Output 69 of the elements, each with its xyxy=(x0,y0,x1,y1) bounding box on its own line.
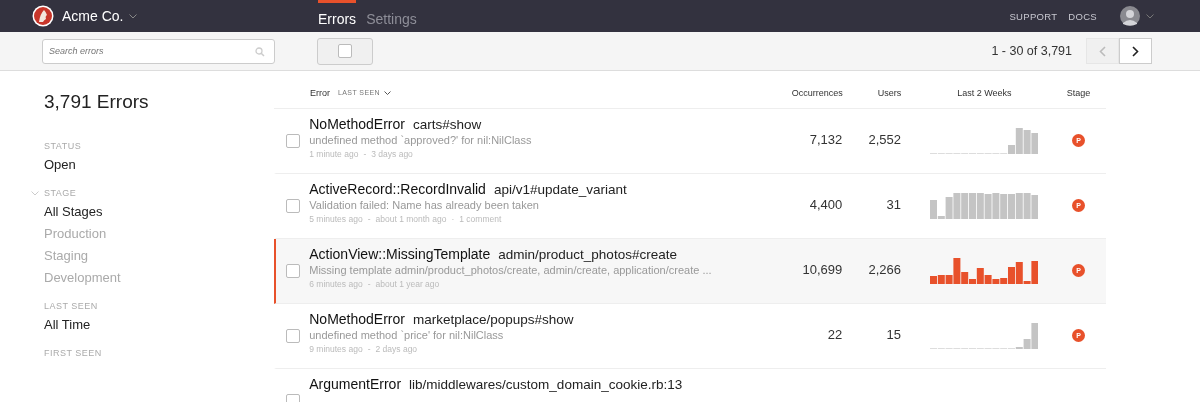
user-menu-button[interactable] xyxy=(1120,6,1154,26)
avatar-icon xyxy=(1120,6,1140,26)
search-icon xyxy=(255,46,265,57)
error-location: marketplace/popups#show xyxy=(412,312,574,327)
chevron-down-icon[interactable] xyxy=(31,191,39,196)
column-header: Last 2 Weeks xyxy=(956,87,1013,98)
filter-option[interactable]: All Stages xyxy=(44,201,274,223)
error-name: NoMethodError xyxy=(309,311,405,327)
separator: - xyxy=(367,214,371,224)
meta-text: 1 minute ago xyxy=(309,149,359,159)
checkbox[interactable] xyxy=(285,264,300,278)
error-name: NoMethodError xyxy=(309,116,405,132)
error-location: carts#show xyxy=(412,117,482,132)
meta-text: 5 minutes ago xyxy=(309,214,363,224)
search-field[interactable]: Search errors xyxy=(42,38,275,64)
error-message: undefined method `approved?' for nil:NilClass xyxy=(309,134,533,146)
error-location: lib/middlewares/custom_domain_cookie.rb:13 xyxy=(409,377,683,392)
error-name: ActionView::MissingTemplate xyxy=(309,246,491,262)
separator: - xyxy=(363,149,367,159)
error-location: api/v1#update_variant xyxy=(493,182,627,197)
caret-icon xyxy=(1146,13,1154,19)
chevron-left-icon xyxy=(1099,45,1106,57)
occurrence-count: 22 xyxy=(826,327,843,342)
error-message: undefined method `price' for nil:NilClass xyxy=(309,329,505,341)
filter-section-label: STATUS xyxy=(44,141,82,151)
header-link[interactable]: SUPPORT xyxy=(1009,10,1058,22)
filter-option[interactable]: Open xyxy=(44,154,274,176)
header-link[interactable]: DOCS xyxy=(1068,10,1097,22)
checkbox[interactable] xyxy=(285,134,300,148)
next-page-button[interactable] xyxy=(1119,38,1152,64)
meta-text: 1 comment xyxy=(459,214,502,224)
column-header: Stage xyxy=(1065,87,1092,98)
user-count: 2,552 xyxy=(867,132,901,147)
caret-icon xyxy=(129,13,138,19)
chevron-right-icon xyxy=(1132,45,1139,57)
user-count: 31 xyxy=(885,197,901,212)
user-count: 15 xyxy=(885,327,901,342)
separator: - xyxy=(367,279,371,289)
error-location: admin/product_photos#create xyxy=(498,247,677,262)
checkbox[interactable] xyxy=(285,329,300,343)
meta-text: 2 days ago xyxy=(375,344,418,354)
error-row[interactable]: ArgumentError lib/middlewares/custom_domain_cookie.rb:13 xyxy=(274,369,1106,402)
filter-section-label: FIRST SEEN xyxy=(44,348,102,358)
separator: · xyxy=(451,214,455,224)
error-message: Validation failed: Name has already been taken xyxy=(309,199,540,211)
logo-icon xyxy=(32,5,54,27)
column-header: Error xyxy=(310,87,330,98)
user-count: 2,266 xyxy=(867,262,901,277)
separator: - xyxy=(367,344,371,354)
caret-icon xyxy=(384,90,391,95)
filter-section-label: LAST SEEN xyxy=(44,301,98,311)
filter-section-label: STAGE xyxy=(44,188,77,198)
column-header: Users xyxy=(876,87,902,98)
error-name: ActiveRecord::RecordInvalid xyxy=(309,181,486,197)
error-name: ArgumentError xyxy=(309,376,402,392)
occurrence-count: 7,132 xyxy=(808,132,843,147)
occurrence-count: 4,400 xyxy=(808,197,843,212)
meta-text: about 1 month ago xyxy=(375,214,447,224)
nav-tab[interactable]: Settings xyxy=(366,0,417,32)
pagination-range: 1 - 30 of 3,791 xyxy=(991,44,1072,58)
filter-option[interactable]: All Time xyxy=(44,314,274,336)
error-count-title: 3,791 Errors xyxy=(44,91,150,113)
checkbox[interactable] xyxy=(285,199,300,213)
account-menu-button[interactable]: Acme Co. xyxy=(62,8,138,24)
occurrence-count: 10,699 xyxy=(801,262,843,277)
select-all-button[interactable] xyxy=(317,37,373,65)
checkbox[interactable] xyxy=(338,44,352,58)
error-message: Missing template admin/product_photos/create, admin/create, application/create ... xyxy=(309,264,713,276)
column-header: Occurrences xyxy=(790,87,843,98)
